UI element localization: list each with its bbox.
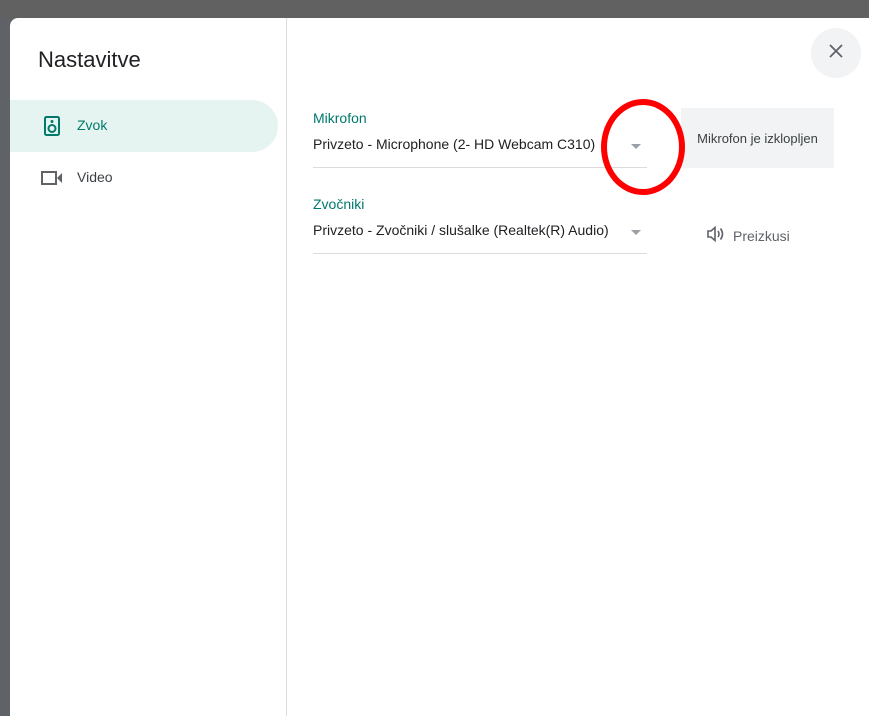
backdrop <box>0 0 869 18</box>
speakers-select[interactable]: Privzeto - Zvočniki / slušalke (Realtek(… <box>313 208 647 254</box>
microphone-select-value: Privzeto - Microphone (2- HD Webcam C310… <box>313 136 596 152</box>
videocam-icon <box>40 166 64 190</box>
chevron-down-icon <box>631 144 641 149</box>
close-button[interactable] <box>811 28 861 78</box>
settings-dialog: Nastavitve Zvok Video Mikrofon Privzeto … <box>10 18 869 716</box>
sidebar-item-audio[interactable]: Zvok <box>10 100 278 152</box>
speakers-select-value: Privzeto - Zvočniki / slušalke (Realtek(… <box>313 222 609 238</box>
settings-sidebar: Nastavitve Zvok Video <box>10 18 287 716</box>
sidebar-item-label: Video <box>77 169 113 185</box>
microphone-select[interactable]: Privzeto - Microphone (2- HD Webcam C310… <box>313 122 647 168</box>
dialog-title: Nastavitve <box>38 47 141 72</box>
speaker-icon <box>40 114 64 138</box>
test-speakers-label: Preizkusi <box>733 228 790 244</box>
mic-status-badge: Mikrofon je izklopljen <box>681 108 834 168</box>
chevron-down-icon <box>631 230 641 235</box>
sidebar-item-label: Zvok <box>77 117 108 133</box>
close-icon <box>829 43 843 63</box>
sidebar-item-video[interactable]: Video <box>10 152 278 204</box>
volume-icon <box>707 225 725 247</box>
test-speakers-button[interactable]: Preizkusi <box>707 224 790 248</box>
